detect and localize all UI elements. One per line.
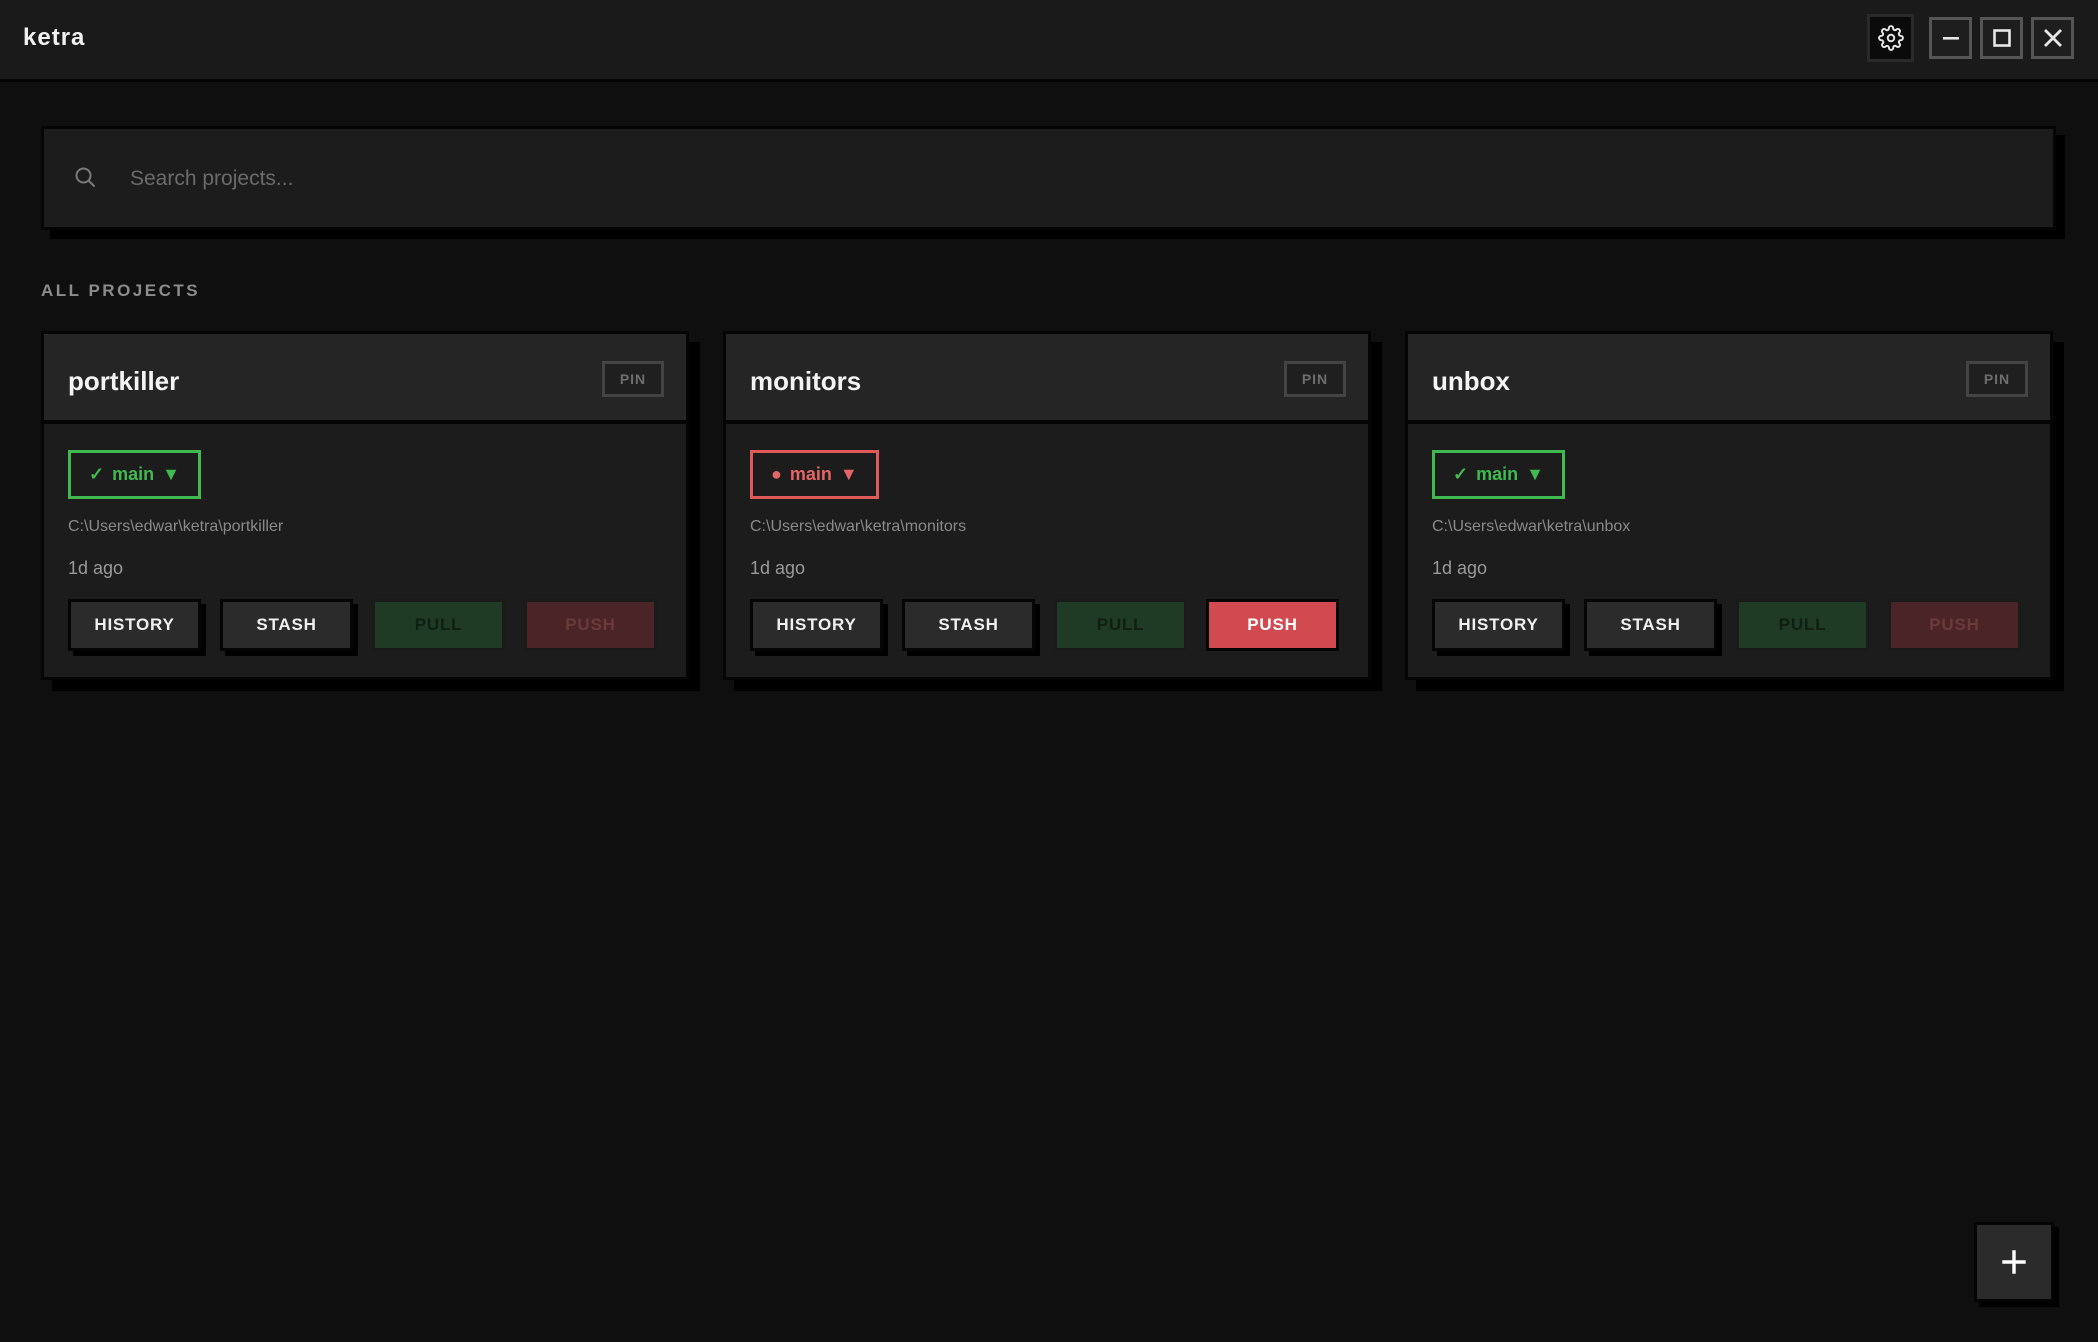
branch-name: main [1476, 464, 1519, 484]
gear-icon [1877, 25, 1904, 51]
branch-name: main [789, 464, 832, 484]
pin-button[interactable]: PIN [1284, 361, 1346, 397]
last-updated: 1d ago [750, 558, 806, 578]
add-project-button[interactable] [1974, 1222, 2054, 1302]
pin-button[interactable]: PIN [1966, 361, 2028, 397]
branch-name: main [112, 464, 155, 484]
last-updated: 1d ago [1432, 558, 1488, 578]
pull-button[interactable]: PULL [372, 599, 505, 651]
close-button[interactable] [2031, 17, 2074, 59]
project-card[interactable]: portkiller PIN ✓ main ▼ C:\Users\edwar\k… [41, 331, 689, 680]
project-name: unbox [1432, 366, 1510, 396]
project-path: C:\Users\edwar\ketra\portkiller [68, 518, 284, 535]
app-title: ketra [23, 24, 86, 51]
search-icon [75, 167, 95, 187]
project-name: monitors [750, 366, 862, 396]
search-input[interactable] [130, 153, 2010, 205]
branch-selector[interactable]: ✓ main ▼ [68, 450, 201, 499]
stash-button[interactable]: STASH [220, 599, 353, 651]
pull-button[interactable]: PULL [1054, 599, 1187, 651]
stash-button[interactable]: STASH [1584, 599, 1717, 651]
branch-selector[interactable]: ● main ▼ [750, 450, 879, 499]
pull-button[interactable]: PULL [1736, 599, 1869, 651]
push-button[interactable]: PUSH [524, 599, 657, 651]
caret-down-icon: ▼ [839, 464, 858, 484]
maximize-button[interactable] [1980, 17, 2023, 59]
card-header: portkiller PIN [44, 334, 686, 424]
check-icon: ✓ [89, 464, 105, 484]
minimize-button[interactable] [1929, 17, 1972, 59]
project-name: portkiller [68, 366, 180, 396]
minimize-icon [1942, 37, 1959, 40]
history-button[interactable]: HISTORY [750, 599, 883, 651]
project-path: C:\Users\edwar\ketra\unbox [1432, 518, 1631, 535]
title-bar: ketra [0, 0, 2098, 82]
dot-icon: ● [771, 464, 782, 484]
pin-button[interactable]: PIN [602, 361, 664, 397]
project-card[interactable]: unbox PIN ✓ main ▼ C:\Users\edwar\ketra\… [1405, 331, 2053, 680]
last-updated: 1d ago [68, 558, 124, 578]
card-header: unbox PIN [1408, 334, 2050, 424]
history-button[interactable]: HISTORY [1432, 599, 1565, 651]
push-button[interactable]: PUSH [1888, 599, 2021, 651]
project-card[interactable]: monitors PIN ● main ▼ C:\Users\edwar\ket… [723, 331, 1371, 680]
history-button[interactable]: HISTORY [68, 599, 201, 651]
maximize-icon [1992, 29, 2011, 47]
check-icon: ✓ [1453, 464, 1469, 484]
stash-button[interactable]: STASH [902, 599, 1035, 651]
branch-selector[interactable]: ✓ main ▼ [1432, 450, 1565, 499]
push-button[interactable]: PUSH [1206, 599, 1339, 651]
plus-icon [2002, 1250, 2026, 1274]
search-bar [41, 126, 2056, 230]
caret-down-icon: ▼ [162, 464, 180, 484]
caret-down-icon: ▼ [1526, 464, 1544, 484]
close-icon [2043, 29, 2062, 47]
project-path: C:\Users\edwar\ketra\monitors [750, 518, 967, 535]
section-label-all-projects: ALL PROJECTS [41, 281, 201, 300]
settings-button[interactable] [1867, 14, 1914, 62]
card-header: monitors PIN [726, 334, 1368, 424]
